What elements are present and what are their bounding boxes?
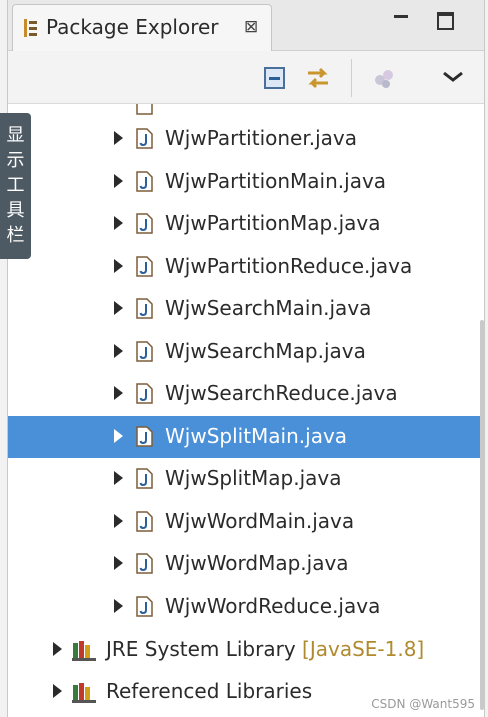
partial-list-item <box>8 104 484 118</box>
view-toolbar <box>8 51 484 104</box>
expand-arrow-icon[interactable] <box>114 556 123 570</box>
expand-arrow-icon[interactable] <box>114 513 123 528</box>
expand-arrow-icon[interactable] <box>114 301 123 315</box>
java-file-label: WjwPartitionReduce.java <box>165 253 413 278</box>
tree-item-java-file[interactable]: WjwPartitionMap.java <box>8 203 484 245</box>
tree-item-jre-system-library[interactable]: JRE System Library [JavaSE-1.8] <box>8 629 484 671</box>
ref-libs-label: Referenced Libraries <box>106 679 313 703</box>
java-file-icon <box>136 255 153 277</box>
tree-item-java-file[interactable]: WjwWordMap.java <box>8 543 484 585</box>
expand-arrow-icon[interactable] <box>114 343 123 358</box>
java-file-icon <box>136 170 153 192</box>
java-file-label: WjwPartitionMain.java <box>165 168 387 193</box>
tree-item-java-file[interactable]: WjwPartitionMain.java <box>8 161 484 203</box>
java-file-label: WjwWordMain.java <box>165 508 355 533</box>
tree-item-java-file[interactable]: WjwSearchMain.java <box>8 288 484 330</box>
java-file-icon <box>136 128 153 149</box>
library-icon <box>72 641 96 661</box>
tree-item-java-file[interactable]: WjwSplitMap.java <box>8 458 484 500</box>
side-tab-char: 栏 <box>6 225 25 246</box>
java-file-icon <box>136 298 153 319</box>
view-tab-bar: Package Explorer ⊠ <box>8 0 484 51</box>
java-file-icon <box>136 510 153 532</box>
expand-arrow-icon[interactable] <box>114 216 123 230</box>
package-explorer-view: Package Explorer ⊠ WjwPartitioner.java W… <box>7 0 485 717</box>
java-file-icon <box>136 595 153 617</box>
side-tab-char: 具 <box>6 200 25 221</box>
side-tab-char: 显 <box>6 125 25 146</box>
java-file-label: WjwSearchMap.java <box>165 338 366 363</box>
view-title: Package Explorer <box>46 15 219 39</box>
java-file-icon <box>136 340 153 362</box>
java-file-icon <box>136 468 153 489</box>
watermark: CSDN @Want595 <box>371 697 475 711</box>
java-file-label: WjwPartitionMap.java <box>165 211 381 235</box>
expand-arrow-icon[interactable] <box>114 386 123 400</box>
floating-toolbar-tab[interactable]: 显 示 工 具 栏 <box>0 113 31 259</box>
tree-item-java-file[interactable]: WjwPartitioner.java <box>8 118 484 160</box>
expand-arrow-icon[interactable] <box>114 173 123 188</box>
java-file-label: WjwSplitMap.java <box>165 466 342 490</box>
vertical-scrollbar[interactable] <box>480 320 484 710</box>
tree-item-java-file[interactable]: WjwWordMain.java <box>8 501 484 543</box>
collapse-all-icon[interactable] <box>262 65 288 91</box>
maximize-icon[interactable] <box>436 10 456 30</box>
expand-arrow-icon[interactable] <box>114 598 123 613</box>
project-tree: WjwPartitioner.java WjwPartitionMain.java… <box>8 104 484 717</box>
library-icon <box>72 683 96 703</box>
java-file-label: WjwWordMap.java <box>165 551 349 575</box>
jre-version-decoration: [JavaSE-1.8] <box>302 637 425 661</box>
java-file-label: WjwSearchMain.java <box>165 296 372 320</box>
java-file-label: WjwWordReduce.java <box>165 593 381 618</box>
side-tab-char: 工 <box>6 175 25 196</box>
tree-item-java-file[interactable]: WjwSplitMain.java <box>8 415 484 458</box>
expand-arrow-icon[interactable] <box>114 258 123 273</box>
java-file-label: WjwSplitMain.java <box>165 423 348 448</box>
tree-item-java-file[interactable]: WjwWordReduce.java <box>8 586 484 628</box>
toolbar-separator <box>351 59 352 97</box>
minimize-icon[interactable] <box>392 10 412 30</box>
tree-item-java-file[interactable]: WjwPartitionReduce.java <box>8 246 484 288</box>
java-file-label: WjwPartitioner.java <box>165 126 357 150</box>
expand-arrow-icon[interactable] <box>53 684 62 698</box>
jre-name: JRE System Library <box>106 637 296 661</box>
side-tab-char: 示 <box>6 150 25 171</box>
java-file-icon <box>136 383 153 404</box>
expand-arrow-icon[interactable] <box>53 642 62 656</box>
close-icon[interactable]: ⊠ <box>244 17 258 37</box>
java-file-label: WjwSearchReduce.java <box>165 381 398 405</box>
view-menu-chevron-icon[interactable] <box>440 65 466 91</box>
tree-item-java-file[interactable]: WjwSearchMap.java <box>8 331 484 373</box>
expand-arrow-icon[interactable] <box>114 131 123 145</box>
package-explorer-icon <box>24 19 37 37</box>
expand-arrow-icon[interactable] <box>114 471 123 485</box>
tree-item-java-file[interactable]: WjwSearchReduce.java <box>8 373 484 415</box>
java-file-icon <box>136 425 153 447</box>
expand-arrow-icon[interactable] <box>114 428 123 443</box>
jre-label: JRE System Library [JavaSE-1.8] <box>106 637 424 661</box>
java-file-icon <box>136 553 153 574</box>
java-file-icon <box>136 213 153 234</box>
package-explorer-tab[interactable]: Package Explorer ⊠ <box>12 4 272 51</box>
java-file-icon <box>136 104 153 115</box>
link-with-editor-icon[interactable] <box>305 65 331 91</box>
filters-icon[interactable] <box>372 65 398 91</box>
